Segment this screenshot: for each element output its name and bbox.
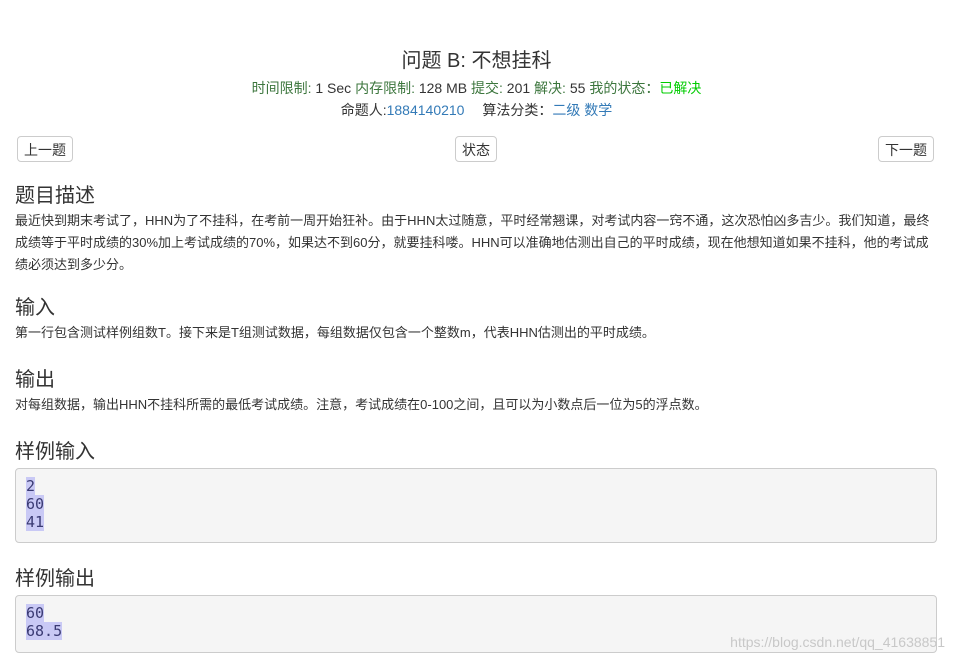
sample-input-heading: 样例输入 [15,441,95,463]
sample-input-line: 41 [26,513,45,531]
solved-count-value: 55 [569,80,586,96]
submit-count-value: 201 [506,80,531,96]
sample-output-line: 60 [26,604,45,622]
my-status-value: 已解决 [659,80,702,96]
category-topic-link[interactable]: 数学 [584,102,612,118]
sample-input-block: 2 60 41 [15,468,937,543]
description-heading: 题目描述 [15,185,95,207]
output-heading: 输出 [15,369,55,391]
problem-limits: 时间限制: 1 Sec 内存限制: 128 MB 提交: 201 解决: 55 我… [0,79,953,97]
category-label: 算法分类： [482,102,553,118]
watermark: https://blog.csdn.net/qq_41638851 [730,634,945,650]
sample-input-line: 60 [26,495,45,513]
memory-limit-label: 内存限制: [355,80,415,96]
submit-count-label: 提交: [471,80,503,96]
time-limit-label: 时间限制: [251,80,312,96]
problem-author-category: 命题人:1884140210 算法分类：二级 数学 [0,101,953,119]
sample-output-heading: 样例输出 [15,568,95,590]
next-problem-button[interactable]: 下一题 [878,136,934,162]
description-text: 最近快到期末考试了，HHN为了不挂科，在考前一周开始狂补。由于HHN太过随意，平… [15,213,930,272]
input-heading: 输入 [15,297,55,319]
time-limit-value: 1 Sec [315,80,352,96]
category-level-link[interactable]: 二级 [552,102,580,118]
input-text: 第一行包含测试样例组数T。接下来是T组测试数据，每组数据仅包含一个整数m，代表H… [15,325,655,340]
problem-title: 问题 B: 不想挂科 [401,50,552,72]
solved-count-label: 解决: [534,80,566,96]
author-label: 命题人: [340,102,387,118]
output-text: 对每组数据，输出HHN不挂科所需的最低考试成绩。注意，考试成绩在0-100之间，… [15,397,708,412]
status-button[interactable]: 状态 [455,136,497,162]
author-link[interactable]: 1884140210 [387,102,465,118]
sample-input-line: 2 [26,477,36,495]
prev-problem-button[interactable]: 上一题 [17,136,73,162]
my-status-label: 我的状态： [589,80,660,96]
memory-limit-value: 128 MB [418,80,468,96]
